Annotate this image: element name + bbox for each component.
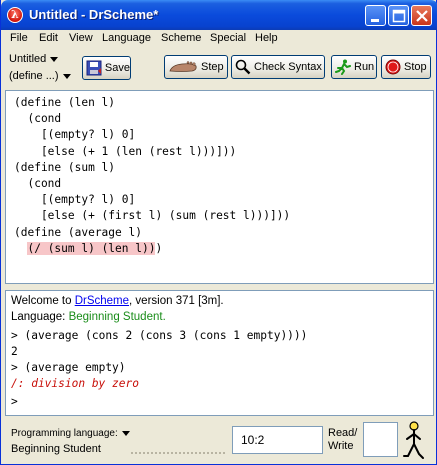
status-bar: Programming language: Beginning Student … — [1, 418, 437, 465]
repl-line: > (average (cons 2 (cons 3 (cons 1 empty… — [11, 329, 307, 342]
read-write-label: Read/ Write — [328, 427, 357, 453]
running-man-icon — [335, 59, 351, 75]
repl-prompt: > — [11, 329, 18, 342]
status-separator — [131, 452, 225, 454]
minimize-button[interactable] — [365, 5, 386, 26]
interactions-window[interactable]: Welcome to DrScheme, version 371 [3m]. L… — [5, 290, 434, 416]
save-button[interactable]: Save — [82, 56, 131, 80]
code-line: (define (len l) — [14, 96, 116, 109]
read-write-indicator — [363, 422, 398, 457]
menu-bar: File Edit View Language Scheme Special H… — [1, 30, 437, 48]
run-button[interactable]: Run — [331, 55, 377, 79]
welcome-prefix: Welcome to — [11, 295, 75, 307]
language-name: Beginning Student — [68, 311, 163, 323]
code-line: (cond — [14, 112, 62, 126]
language-prefix: Language: — [11, 311, 69, 323]
menu-file[interactable]: File — [10, 32, 28, 44]
code-line: (cond — [14, 177, 62, 191]
welcome-suffix: , version 371 [3m]. — [129, 295, 224, 307]
menu-view[interactable]: View — [69, 32, 93, 44]
stop-label: Stop — [404, 61, 427, 73]
drscheme-link[interactable]: DrScheme — [75, 295, 129, 307]
language-line: Language: Beginning Student. — [11, 311, 166, 323]
cursor-position: 10:2 — [232, 426, 323, 454]
chevron-down-icon — [62, 73, 71, 79]
menu-edit[interactable]: Edit — [39, 32, 58, 44]
magnifier-icon — [235, 59, 251, 75]
menu-special[interactable]: Special — [210, 32, 246, 44]
toolbar: Untitled (define ...) Save Step Check Sy… — [1, 49, 437, 89]
code-line: (/ (sum l) (len l))) — [14, 241, 290, 257]
language-suffix: . — [162, 311, 166, 323]
step-button[interactable]: Step — [164, 55, 228, 79]
error-highlight: (/ (sum l) (len l)) — [27, 241, 156, 255]
code-line: [(empty? l) 0] — [14, 128, 136, 142]
read-label: Read/ — [328, 427, 358, 439]
write-label: Write — [328, 440, 354, 452]
repl-result: 2 — [11, 345, 18, 358]
code-line: [(empty? l) 0] — [14, 193, 136, 207]
file-name-menu[interactable]: Untitled — [9, 53, 59, 65]
menu-help[interactable]: Help — [255, 32, 278, 44]
error-message: /: division by zero — [11, 377, 139, 390]
close-icon — [416, 10, 428, 22]
define-menu-label: (define ...) — [9, 70, 59, 82]
minimize-icon — [371, 19, 379, 22]
chevron-down-icon — [50, 56, 59, 62]
check-syntax-label: Check Syntax — [254, 61, 322, 73]
check-syntax-button[interactable]: Check Syntax — [231, 55, 325, 79]
save-disk-icon — [86, 60, 102, 76]
stop-icon — [385, 59, 401, 75]
menu-language[interactable]: Language — [102, 32, 151, 44]
definitions-code: (define (len l) (cond [(empty? l) 0] [el… — [14, 95, 290, 257]
drscheme-window: λ Untitled - DrScheme* File Edit View La… — [0, 0, 437, 465]
title-bar[interactable]: λ Untitled - DrScheme* — [1, 0, 437, 30]
window-title: Untitled - DrScheme* — [29, 7, 159, 22]
repl-expression: (average empty) — [24, 361, 126, 374]
language-selector[interactable]: Programming language: — [11, 428, 130, 439]
foot-icon — [169, 61, 197, 72]
define-menu[interactable]: (define ...) — [9, 70, 71, 82]
maximize-icon — [392, 9, 406, 23]
repl-prompt[interactable]: > — [11, 395, 18, 408]
stop-button[interactable]: Stop — [381, 55, 431, 79]
save-label: Save — [104, 62, 130, 74]
run-label: Run — [354, 61, 375, 73]
repl-line: > (average empty) — [11, 361, 126, 374]
step-label: Step — [201, 61, 224, 73]
code-closing-paren: ) — [155, 241, 163, 255]
menu-scheme[interactable]: Scheme — [161, 32, 201, 44]
idle-walker-icon — [403, 421, 424, 459]
code-line: (define (average l) — [14, 225, 142, 239]
maximize-button[interactable] — [388, 5, 409, 26]
repl-expression: (average (cons 2 (cons 3 (cons 1 empty))… — [24, 329, 308, 342]
drscheme-lambda-icon: λ — [7, 7, 23, 23]
code-line: [else (+ 1 (len (rest l)))])) — [14, 144, 237, 158]
language-value: Beginning Student — [11, 443, 101, 455]
welcome-line: Welcome to DrScheme, version 371 [3m]. — [11, 295, 224, 307]
code-line: [else (+ (first l) (sum (rest l)))])) — [14, 209, 291, 223]
definitions-editor[interactable]: (define (len l) (cond [(empty? l) 0] [el… — [5, 90, 434, 284]
code-line: (define (sum l) — [14, 160, 116, 174]
close-button[interactable] — [411, 5, 432, 26]
repl-prompt: > — [11, 361, 18, 374]
file-name: Untitled — [9, 53, 47, 65]
programming-language-label: Programming language: — [11, 428, 118, 439]
chevron-down-icon — [121, 430, 130, 436]
